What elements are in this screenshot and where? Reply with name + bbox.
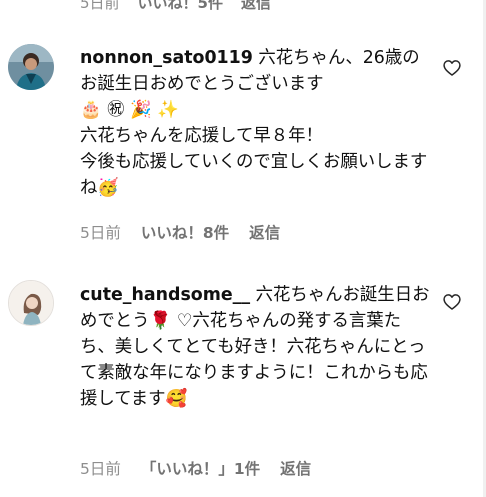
comment-time: 5日前 — [80, 460, 121, 478]
comment-meta: 5日前 いいね！8件 返信 — [80, 221, 280, 243]
reply-button[interactable]: 返信 — [241, 0, 271, 12]
avatar[interactable] — [8, 44, 54, 90]
comment-body: cute_handsome__ 六花ちゃんお誕生日おめでとう🌹 ♡六花ちゃんの発… — [80, 282, 432, 412]
comment-text: 六花ちゃん、26歳のお誕生日おめでとうございます 🎂 ㊗ 🎉 ✨ 六花ちゃんを応… — [80, 48, 428, 198]
like-count-button[interactable]: いいね！5件 — [138, 0, 223, 12]
like-heart-icon[interactable] — [442, 292, 462, 312]
comment-body: nonnon_sato0119 六花ちゃん、26歳のお誕生日おめでとうございます… — [80, 45, 432, 201]
like-heart-icon[interactable] — [442, 58, 462, 78]
reply-button[interactable]: 返信 — [249, 221, 280, 243]
previous-comment-meta: 5日前 いいね！5件 返信 — [80, 0, 271, 12]
comment-meta: 5日前 「いいね！」1件 返信 — [80, 457, 311, 479]
comment-time: 5日前 — [80, 224, 121, 242]
comment-time: 5日前 — [80, 0, 120, 12]
avatar[interactable] — [8, 280, 54, 326]
like-count-button[interactable]: 「いいね！」1件 — [141, 457, 260, 479]
reply-button[interactable]: 返信 — [280, 457, 311, 479]
comment-username[interactable]: nonnon_sato0119 — [80, 48, 253, 68]
comment-username[interactable]: cute_handsome__ — [80, 285, 250, 305]
like-count-button[interactable]: いいね！8件 — [141, 221, 229, 243]
